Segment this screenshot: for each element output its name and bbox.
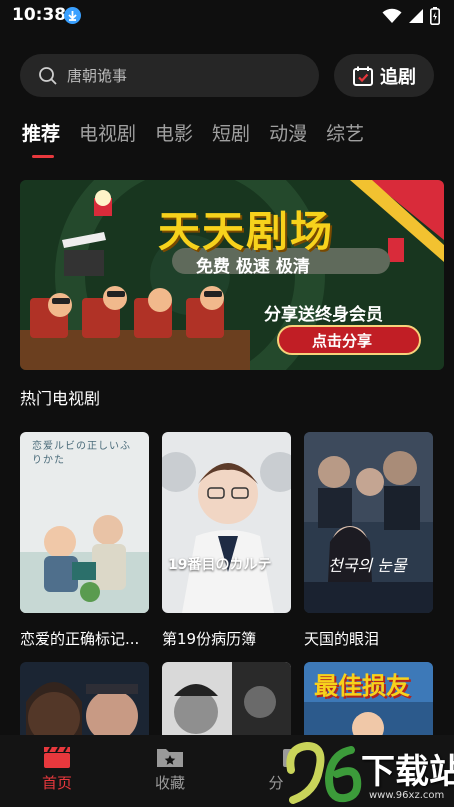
nav-favorites-label: 收藏 [154, 774, 185, 792]
site-watermark: 下载站 www.96xz.com [285, 740, 454, 807]
banner-share-button[interactable]: 点击分享 [312, 330, 372, 351]
drama-card[interactable]: 恋爱ルビの正しいふりかた 恋爱的正确标记... [20, 432, 149, 648]
banner-promo: 分享送终身会员 [264, 305, 383, 325]
promo-banner[interactable]: 天天剧场 免费 极速 极清 分享送终身会员 点击分享 [20, 180, 444, 370]
drama-poster[interactable] [162, 662, 291, 742]
status-icons [382, 7, 440, 25]
tab-variety[interactable]: 综艺 [326, 119, 364, 149]
drama-card[interactable]: 천국의 눈물 天国的眼泪 [304, 432, 433, 648]
tab-recommended[interactable]: 推荐 [22, 119, 60, 149]
drama-poster[interactable] [20, 662, 149, 742]
card-title: 第19份病历簿 [162, 630, 257, 648]
poster-text: 恋爱ルビの正しいふりかた [32, 441, 131, 466]
drama-poster[interactable] [162, 432, 291, 613]
search-input[interactable] [67, 66, 287, 85]
battery-icon [430, 7, 440, 25]
drama-poster[interactable]: 最佳损友 [304, 662, 433, 742]
section-title: 热门电视剧 [20, 389, 101, 408]
signal-icon [409, 9, 423, 23]
poster-text: 19番目のカルテ [168, 557, 272, 573]
folder-star-icon [157, 749, 183, 767]
follow-drama-button[interactable]: 追剧 [334, 54, 434, 97]
banner-title: 天天剧场 [158, 207, 335, 256]
clapperboard-icon [44, 746, 70, 768]
card-title: 天国的眼泪 [304, 630, 380, 648]
follow-drama-label: 追剧 [380, 66, 416, 88]
poster-text: 最佳损友 [314, 672, 410, 700]
nav-home[interactable]: 首页 [27, 745, 87, 793]
tab-short-drama[interactable]: 短剧 [212, 119, 250, 149]
nav-home-label: 首页 [41, 774, 72, 792]
wifi-icon [382, 8, 402, 23]
tab-anime[interactable]: 动漫 [269, 119, 307, 149]
status-bar: 10:38 [0, 0, 454, 34]
search-bar[interactable] [20, 54, 319, 97]
category-tabs: 推荐 电视剧 电影 短剧 动漫 综艺 [22, 119, 383, 158]
watermark-site: 下载站 [361, 752, 454, 792]
poster-text: 천국의 눈물 [328, 556, 407, 575]
active-tab-indicator [32, 155, 54, 158]
search-icon [39, 66, 57, 85]
card-title: 恋爱的正确标记... [20, 630, 140, 648]
nav-favorites[interactable]: 收藏 [140, 745, 200, 793]
calendar-check-icon [353, 66, 373, 86]
banner-subtitle: 免费 极速 极清 [196, 257, 310, 277]
watermark-url: www.96xz.com [369, 790, 445, 801]
drama-card[interactable]: 19番目のカルテ 第19份病历簿 [162, 432, 291, 648]
status-time: 10:38 [12, 5, 67, 25]
tab-tv-series[interactable]: 电视剧 [79, 119, 136, 149]
tab-movies[interactable]: 电影 [155, 119, 193, 149]
download-icon [64, 7, 81, 24]
drama-poster[interactable] [304, 432, 433, 613]
